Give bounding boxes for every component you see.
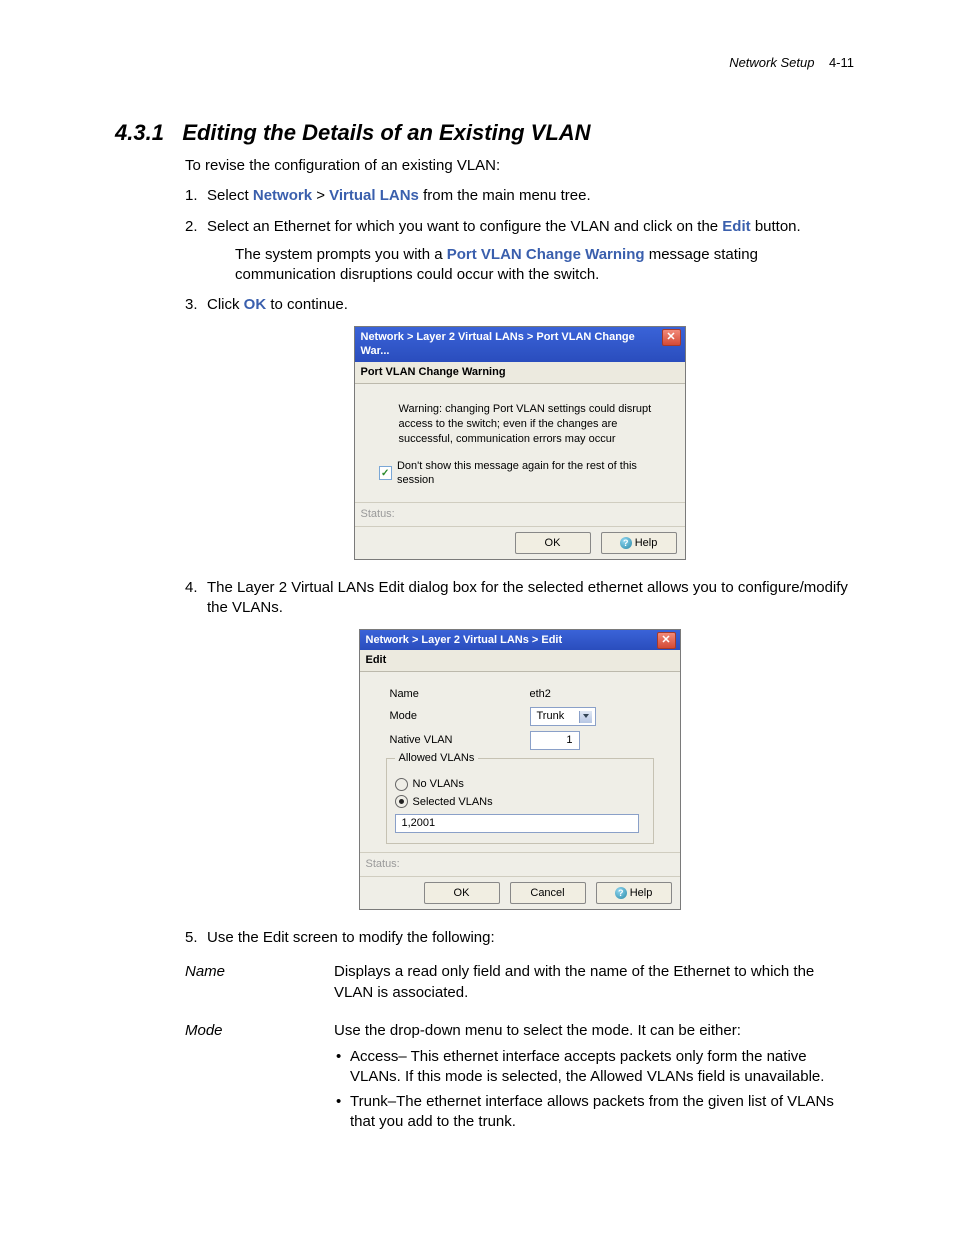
dialog-panel-header: Port VLAN Change Warning — [355, 362, 685, 384]
selected-vlans-input[interactable]: 1,2001 — [395, 814, 639, 833]
step-2: 2. Select an Ethernet for which you want… — [185, 217, 854, 286]
step-2-detail: The system prompts you with a Port VLAN … — [235, 245, 854, 286]
dont-show-checkbox[interactable]: ✓ — [379, 466, 392, 480]
name-value: eth2 — [530, 687, 551, 702]
mode-select[interactable]: Trunk — [530, 707, 596, 726]
nav-network: Network — [253, 187, 312, 204]
step-4: 4. The Layer 2 Virtual LANs Edit dialog … — [185, 578, 854, 619]
section-title: Editing the Details of an Existing VLAN — [182, 120, 590, 145]
warning-message: Warning: changing Port VLAN settings cou… — [399, 402, 665, 447]
native-vlan-input[interactable]: 1 — [530, 731, 580, 750]
status-label: Status: — [360, 852, 680, 876]
nav-virtual-lans: Virtual LANs — [329, 187, 419, 204]
running-header: Network Setup 4-11 — [729, 55, 854, 70]
dont-show-label: Don't show this message again for the re… — [397, 459, 665, 489]
dialog-title: Network > Layer 2 Virtual LANs > Edit — [366, 634, 563, 646]
vlan-edit-dialog: Network > Layer 2 Virtual LANs > Edit ✕ … — [359, 629, 681, 910]
page-number: 4-11 — [829, 55, 854, 70]
cancel-button[interactable]: Cancel — [510, 882, 586, 904]
dialog-panel-header: Edit — [360, 650, 680, 672]
no-vlans-radio[interactable] — [395, 778, 408, 791]
status-label: Status: — [355, 502, 685, 526]
section-heading: 4.3.1 Editing the Details of an Existing… — [115, 120, 854, 146]
mode-bullet-access: Access– This ethernet interface accepts … — [334, 1047, 854, 1088]
step-1: 1. Select Network > Virtual LANs from th… — [185, 186, 854, 206]
help-button[interactable]: ? Help — [601, 532, 677, 554]
chapter-name: Network Setup — [729, 55, 814, 70]
native-vlan-label: Native VLAN — [374, 733, 530, 748]
help-icon: ? — [615, 887, 627, 899]
desc-name-val: Displays a read only field and with the … — [334, 962, 854, 1003]
mode-bullet-trunk: Trunk–The ethernet interface allows pack… — [334, 1092, 854, 1133]
desc-mode-key: Mode — [185, 1021, 330, 1136]
no-vlans-label: No VLANs — [413, 777, 464, 792]
section-number: 4.3.1 — [115, 120, 164, 145]
name-label: Name — [374, 687, 530, 702]
dialog-titlebar[interactable]: Network > Layer 2 Virtual LANs > Edit ✕ — [360, 630, 680, 651]
mode-label: Mode — [374, 709, 530, 724]
desc-name-key: Name — [185, 962, 330, 1003]
edit-button-ref: Edit — [722, 218, 750, 235]
intro-text: To revise the configuration of an existi… — [185, 156, 854, 176]
step-3: 3. Click OK to continue. — [185, 295, 854, 315]
dialog-titlebar[interactable]: Network > Layer 2 Virtual LANs > Port VL… — [355, 327, 685, 363]
chevron-down-icon — [583, 714, 589, 718]
selected-vlans-radio[interactable] — [395, 795, 408, 808]
dialog-title: Network > Layer 2 Virtual LANs > Port VL… — [361, 331, 635, 358]
selected-vlans-label: Selected VLANs — [413, 795, 493, 810]
ok-ref: OK — [244, 296, 267, 313]
allowed-vlans-group: Allowed VLANs No VLANs Selected VLANs 1,… — [386, 758, 654, 844]
help-button[interactable]: ? Help — [596, 882, 672, 904]
close-icon[interactable]: ✕ — [657, 632, 676, 649]
port-vlan-warning-dialog: Network > Layer 2 Virtual LANs > Port VL… — [354, 326, 686, 561]
close-icon[interactable]: ✕ — [662, 329, 681, 346]
ok-button[interactable]: OK — [515, 532, 591, 554]
ok-button[interactable]: OK — [424, 882, 500, 904]
allowed-vlans-legend: Allowed VLANs — [395, 751, 479, 766]
desc-mode-val: Use the drop-down menu to select the mod… — [334, 1021, 854, 1136]
step-5: 5. Use the Edit screen to modify the fol… — [185, 928, 854, 948]
help-icon: ? — [620, 537, 632, 549]
